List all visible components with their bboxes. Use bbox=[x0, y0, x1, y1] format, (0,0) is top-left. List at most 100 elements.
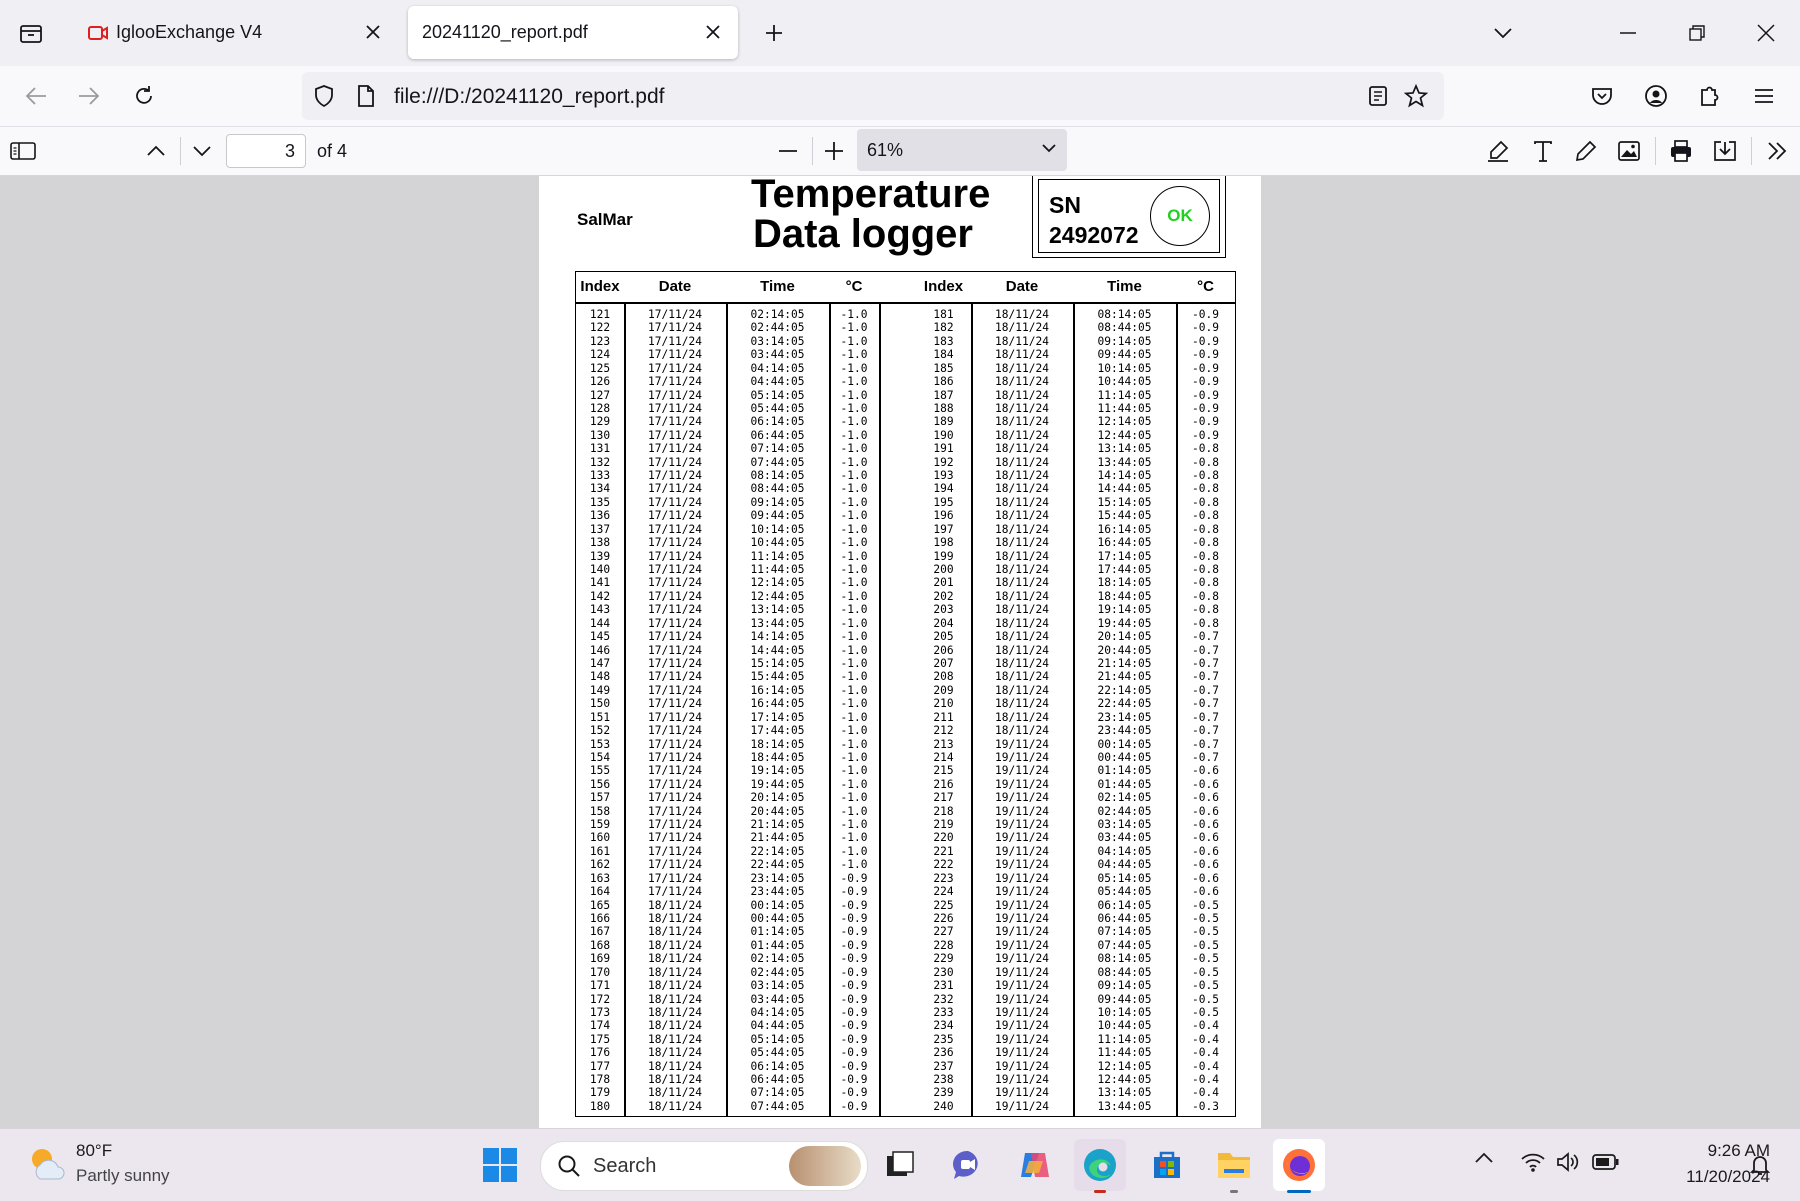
zoom-out-button[interactable] bbox=[771, 135, 805, 167]
plus-icon bbox=[825, 142, 843, 160]
serial-number-box: SN 2492072 OK bbox=[1032, 176, 1226, 258]
file-icon bbox=[358, 85, 374, 107]
reload-button[interactable] bbox=[124, 76, 164, 116]
next-page-button[interactable] bbox=[185, 135, 219, 167]
restore-button[interactable] bbox=[1677, 14, 1717, 52]
save-button[interactable] bbox=[1708, 135, 1742, 167]
printer-icon bbox=[1671, 140, 1691, 162]
close-tab-button[interactable] bbox=[362, 21, 384, 43]
volume-icon bbox=[1557, 1152, 1579, 1172]
minimize-icon bbox=[1620, 32, 1636, 34]
tab-list-icon bbox=[20, 25, 42, 43]
start-button[interactable] bbox=[474, 1139, 526, 1191]
account-button[interactable] bbox=[1636, 76, 1676, 116]
store-icon bbox=[1154, 1151, 1180, 1178]
file-explorer-button[interactable] bbox=[1208, 1139, 1260, 1193]
date-column: 17/11/24 17/11/24 17/11/24 17/11/24 17/1… bbox=[648, 308, 702, 1113]
plus-icon bbox=[766, 25, 782, 41]
taskbar: 80°F Partly sunny Search 9:26 AM 11/20/2… bbox=[0, 1128, 1800, 1201]
task-view-button[interactable] bbox=[874, 1139, 926, 1191]
tab-report-pdf[interactable]: 20241120_report.pdf bbox=[408, 6, 738, 59]
report-title-line-2: Data logger bbox=[752, 212, 973, 256]
print-button[interactable] bbox=[1664, 135, 1698, 167]
active-indicator bbox=[1287, 1190, 1311, 1193]
add-image-button[interactable] bbox=[1612, 135, 1646, 167]
sn-label: SN bbox=[1049, 192, 1081, 218]
url-text: file:///D:/20241120_report.pdf bbox=[394, 85, 665, 108]
highlight-button[interactable] bbox=[1481, 135, 1515, 167]
draw-button[interactable] bbox=[1569, 135, 1603, 167]
arrow-right-icon bbox=[79, 87, 100, 105]
show-hidden-icons-button[interactable] bbox=[1474, 1151, 1498, 1175]
column-header-index: Index bbox=[923, 278, 964, 295]
serial-number: 2492072 bbox=[1049, 222, 1139, 248]
toolbar-separator bbox=[812, 137, 813, 165]
pdf-viewer[interactable]: SalMar Temperature Data logger SN 249207… bbox=[0, 176, 1800, 1128]
teams-chat-button[interactable] bbox=[942, 1139, 994, 1191]
toolbar-separator bbox=[1655, 137, 1656, 165]
tab-overflow-button[interactable] bbox=[1483, 14, 1523, 52]
extensions-button[interactable] bbox=[1690, 76, 1730, 116]
search-placeholder: Search bbox=[593, 1155, 657, 1177]
tools-menu-button[interactable] bbox=[1760, 135, 1794, 167]
notifications-button[interactable] bbox=[1748, 1153, 1772, 1177]
previous-page-button[interactable] bbox=[139, 135, 173, 167]
close-window-button[interactable] bbox=[1746, 14, 1786, 52]
reader-view-icon[interactable] bbox=[1366, 84, 1390, 108]
page-number-input[interactable]: 3 bbox=[226, 134, 306, 168]
minimize-button[interactable] bbox=[1608, 14, 1648, 52]
add-text-button[interactable] bbox=[1526, 135, 1560, 167]
search-icon bbox=[558, 1155, 580, 1177]
firefox-button[interactable] bbox=[1273, 1139, 1325, 1193]
hamburger-icon bbox=[1755, 89, 1773, 103]
close-icon bbox=[366, 25, 380, 39]
column-header-date: Date bbox=[1005, 278, 1039, 295]
folder-icon bbox=[1218, 1153, 1250, 1178]
wifi-icon bbox=[1521, 1153, 1545, 1172]
close-icon bbox=[706, 25, 720, 39]
column-header-temperature: °C bbox=[1197, 278, 1214, 295]
taskbar-search[interactable]: Search bbox=[540, 1141, 868, 1191]
chevron-up-icon bbox=[1475, 1152, 1493, 1163]
company-name: SalMar bbox=[577, 210, 633, 229]
sidebar-icon bbox=[10, 142, 36, 160]
star-bookmark-icon[interactable] bbox=[1404, 84, 1428, 108]
toggle-sidebar-button[interactable] bbox=[6, 135, 40, 167]
new-tab-button[interactable] bbox=[757, 16, 791, 50]
tab-title: IglooExchange V4 bbox=[116, 22, 263, 42]
copilot-button[interactable] bbox=[1009, 1139, 1061, 1191]
menu-button[interactable] bbox=[1744, 76, 1784, 116]
forward-button[interactable] bbox=[69, 76, 109, 116]
video-camera-icon bbox=[88, 26, 108, 40]
copilot-icon bbox=[1021, 1153, 1049, 1177]
tab-bar: IglooExchange V4 20241120_report.pdf bbox=[0, 0, 1800, 66]
close-icon bbox=[1757, 24, 1775, 42]
tab-title: 20241120_report.pdf bbox=[422, 22, 588, 42]
column-header-date: Date bbox=[658, 278, 692, 295]
zoom-select[interactable]: 61% bbox=[857, 129, 1067, 171]
edge-button[interactable] bbox=[1074, 1139, 1126, 1193]
weather-description: Partly sunny bbox=[76, 1166, 170, 1185]
list-all-tabs-button[interactable] bbox=[14, 16, 48, 50]
url-bar[interactable]: file:///D:/20241120_report.pdf bbox=[302, 72, 1444, 120]
temperature-column: -0.9 -0.9 -0.9 -0.9 -0.9 -0.9 -0.9 -0.9 … bbox=[1192, 308, 1219, 1113]
tab-iglooexchange[interactable]: IglooExchange V4 bbox=[72, 6, 398, 59]
close-tab-button[interactable] bbox=[702, 21, 724, 43]
zoom-in-button[interactable] bbox=[817, 135, 851, 167]
index-column: 121 122 123 124 125 126 127 128 129 130 … bbox=[589, 308, 611, 1113]
serial-number-inner-box: SN 2492072 OK bbox=[1038, 179, 1220, 253]
back-button[interactable] bbox=[16, 76, 56, 116]
system-tray-status[interactable] bbox=[1520, 1149, 1630, 1179]
account-icon bbox=[1645, 85, 1667, 107]
pen-icon bbox=[1575, 140, 1597, 162]
chevron-up-icon bbox=[147, 145, 165, 156]
date-column: 18/11/24 18/11/24 18/11/24 18/11/24 18/1… bbox=[995, 308, 1049, 1113]
microsoft-store-button[interactable] bbox=[1141, 1139, 1193, 1191]
pocket-button[interactable] bbox=[1582, 76, 1622, 116]
report-title-line-1: Temperature bbox=[751, 176, 991, 216]
weather-widget[interactable] bbox=[24, 1143, 68, 1187]
windows-icon bbox=[483, 1148, 517, 1182]
reload-icon bbox=[136, 86, 152, 104]
time-column: 08:14:05 08:44:05 09:14:05 09:44:05 10:1… bbox=[1097, 308, 1152, 1113]
weather-temperature: 80°F bbox=[76, 1141, 113, 1160]
